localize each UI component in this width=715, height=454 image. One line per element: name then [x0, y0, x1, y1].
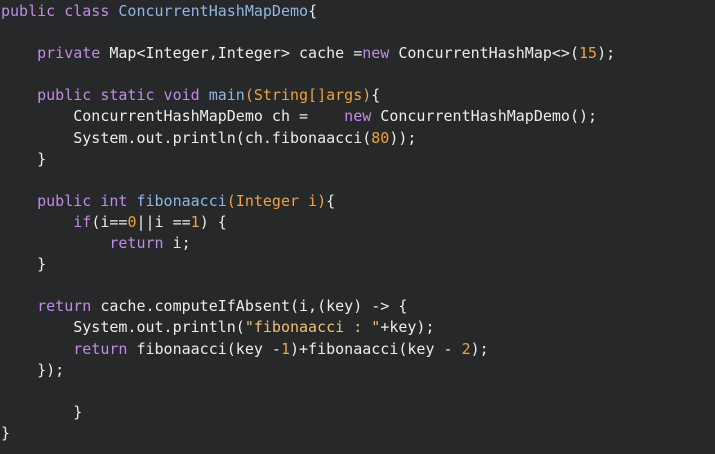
code-line[interactable]: public class ConcurrentHashMapDemo{ — [0, 1, 715, 22]
code-line[interactable]: } — [0, 254, 715, 275]
code-token: 15 — [579, 44, 598, 63]
code-token: ||i == — [136, 212, 191, 231]
code-token: if — [1, 212, 92, 231]
code-token: public int — [1, 191, 137, 210]
code-token: System.out.println( — [1, 318, 245, 337]
code-line[interactable]: } — [0, 402, 715, 423]
code-token: private — [1, 44, 110, 63]
code-token: new — [362, 44, 399, 63]
code-token: System.out.println(ch.fibonaacci( — [1, 128, 372, 147]
code-token: { — [371, 86, 381, 105]
code-token: )); — [389, 128, 417, 147]
code-token: { — [326, 191, 336, 210]
code-line[interactable] — [0, 64, 715, 85]
code-token: return — [1, 339, 137, 358]
code-token: "fibonaacci : " — [244, 318, 381, 337]
code-line[interactable] — [0, 381, 715, 402]
code-line[interactable]: ConcurrentHashMapDemo ch = new Concurren… — [0, 106, 715, 127]
code-token: fibonaacci — [136, 191, 227, 210]
code-line[interactable]: return i; — [0, 233, 715, 254]
code-token: } — [1, 423, 11, 442]
code-token: ConcurrentHashMap<>( — [398, 44, 579, 63]
code-token: 1 — [190, 212, 200, 231]
code-token: )+fibonaacci(key - — [290, 339, 462, 358]
code-token: ConcurrentHashMapDemo ch = — [1, 107, 345, 126]
code-line[interactable]: public static void main(String[]args){ — [0, 85, 715, 106]
code-token: ) { — [199, 212, 227, 231]
code-line[interactable]: return fibonaacci(key -1)+fibonaacci(key… — [0, 339, 715, 360]
code-token: new — [344, 107, 381, 126]
code-editor[interactable]: public class ConcurrentHashMapDemo{ priv… — [0, 0, 715, 454]
code-line[interactable] — [0, 170, 715, 191]
code-token: fibonaacci(key - — [136, 339, 281, 358]
code-token: 80 — [371, 128, 390, 147]
code-token: ConcurrentHashMapDemo(); — [380, 107, 598, 126]
code-line[interactable] — [0, 275, 715, 296]
code-token: cache.computeIfAbsent(i,(key) -> { — [100, 297, 408, 316]
code-token: 1 — [280, 339, 290, 358]
code-token: }); — [1, 360, 65, 379]
code-line[interactable]: } — [0, 149, 715, 170]
code-token: ); — [470, 339, 489, 358]
code-token: { — [308, 2, 318, 20]
code-line[interactable]: }); — [0, 360, 715, 381]
code-token: } — [1, 255, 47, 274]
code-token: ); — [597, 44, 616, 63]
code-token: return — [1, 297, 101, 316]
code-line[interactable]: private Map<Integer,Integer> cache =new … — [0, 43, 715, 64]
code-line[interactable]: if(i==0||i ==1) { — [0, 212, 715, 233]
code-token: (Integer i) — [226, 191, 327, 210]
code-token: i; — [172, 234, 191, 253]
code-token: (i== — [91, 212, 128, 231]
code-line[interactable]: public int fibonaacci(Integer i){ — [0, 191, 715, 212]
code-token: ConcurrentHashMapDemo — [118, 2, 309, 20]
code-token: } — [1, 402, 83, 421]
code-token: +key); — [380, 318, 435, 337]
code-token: main — [208, 86, 245, 105]
code-token: return — [1, 234, 173, 253]
code-token: } — [1, 149, 47, 168]
code-token: (String[]args) — [244, 86, 372, 105]
code-line[interactable] — [0, 22, 715, 43]
code-token: public class — [1, 2, 119, 20]
code-token: Map<Integer,Integer> cache = — [109, 44, 363, 63]
code-line[interactable]: System.out.println("fibonaacci : "+key); — [0, 317, 715, 338]
code-token: public static void — [1, 86, 209, 105]
code-line[interactable]: System.out.println(ch.fibonaacci(80)); — [0, 128, 715, 149]
code-line[interactable]: } — [0, 423, 715, 444]
code-line[interactable]: return cache.computeIfAbsent(i,(key) -> … — [0, 296, 715, 317]
code-token: 2 — [461, 339, 471, 358]
